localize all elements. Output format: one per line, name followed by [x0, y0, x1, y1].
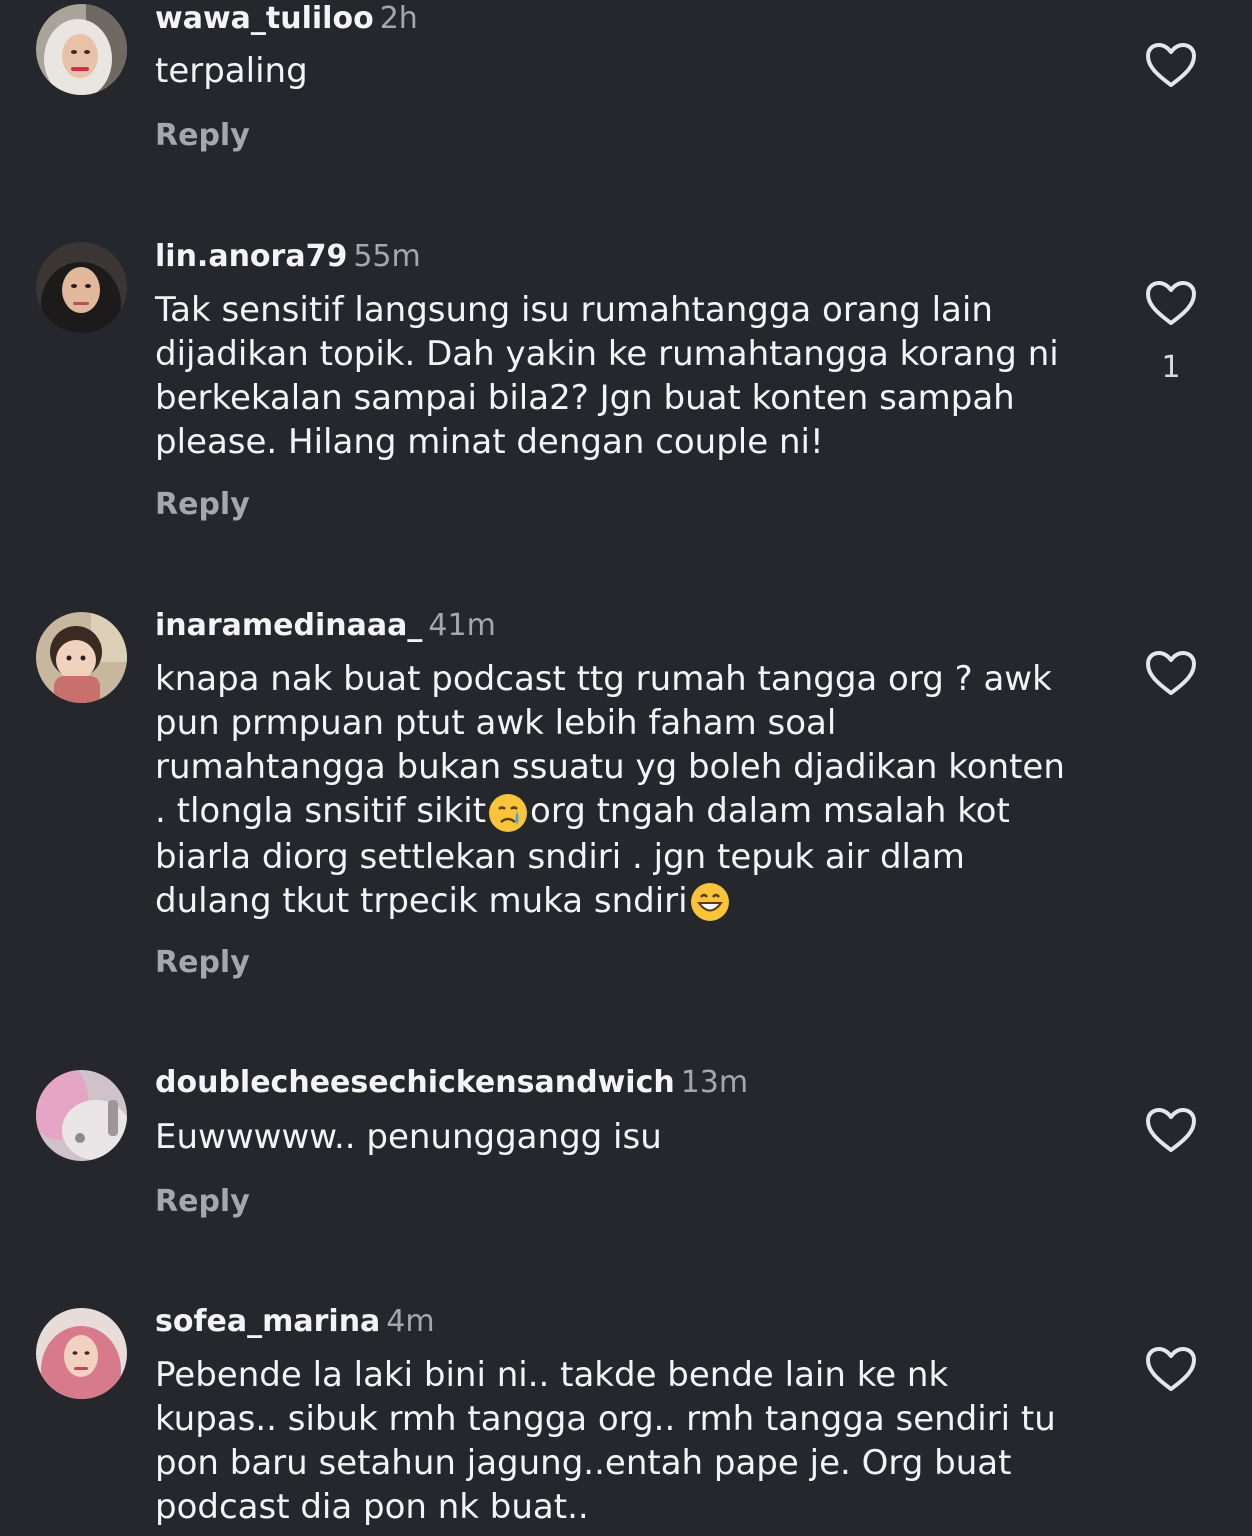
heart-icon	[1146, 281, 1196, 325]
reply-button[interactable]: Reply	[155, 118, 250, 153]
timestamp: 55m	[353, 239, 421, 274]
username[interactable]: sofea_marina	[155, 1304, 380, 1339]
comment-header: doublecheesechickensandwich 13m	[155, 1064, 748, 1102]
comment-text: Tak sensitif langsung isu rumahtangga or…	[155, 288, 1115, 464]
like-button[interactable]	[1144, 41, 1198, 89]
comment-text: terpaling	[155, 49, 1115, 93]
avatar[interactable]	[36, 1308, 127, 1399]
reply-button[interactable]: Reply	[155, 1184, 250, 1219]
username[interactable]: lin.anora79	[155, 239, 347, 274]
comment-header: sofea_marina 4m	[155, 1303, 435, 1341]
comment-line: terpaling	[155, 51, 308, 91]
comment-text: Euwwwww.. penunggangg isu	[155, 1115, 1115, 1159]
heart-icon	[1146, 651, 1196, 695]
comment-line: pon baru setahun jagung..entah pape je. …	[155, 1443, 1012, 1483]
comment-line: Tak sensitif langsung isu rumahtangga or…	[155, 290, 993, 330]
comment-line: knapa nak buat podcast ttg rumah tangga …	[155, 659, 1052, 699]
heart-icon	[1146, 43, 1196, 87]
comment-line: kupas.. sibuk rmh tangga org.. rmh tangg…	[155, 1399, 1056, 1439]
avatar[interactable]	[36, 242, 127, 333]
timestamp: 4m	[386, 1304, 435, 1339]
avatar[interactable]	[36, 612, 127, 703]
like-button[interactable]	[1144, 1345, 1198, 1393]
comment-line: dulang tkut trpecik muka sndiri	[155, 880, 688, 921]
like-count: 1	[1161, 350, 1181, 385]
timestamp: 2h	[379, 1, 418, 36]
crying-face-icon	[489, 793, 528, 832]
timestamp: 41m	[428, 608, 496, 643]
comment-text: knapa nak buat podcast ttg rumah tangga …	[155, 657, 1115, 924]
comment-line: Euwwwww.. penunggangg isu	[155, 1117, 662, 1157]
like-button[interactable]	[1144, 649, 1198, 697]
comment-line: berkekalan sampai bila2? Jgn buat konten…	[155, 378, 1015, 418]
heart-icon	[1146, 1347, 1196, 1391]
comment-line: pun prmpuan ptut awk lebih faham soal	[155, 703, 837, 743]
like-button[interactable]	[1144, 279, 1198, 327]
reply-button[interactable]: Reply	[155, 945, 250, 980]
grinning-face-icon	[690, 883, 729, 921]
username[interactable]: inaramedinaaa_	[155, 608, 422, 643]
comment-line: org tngah dalam msalah kot	[530, 791, 1010, 831]
comment-header: lin.anora79 55m	[155, 238, 421, 276]
username[interactable]: doublecheesechickensandwich	[155, 1065, 675, 1100]
heart-icon	[1146, 1108, 1196, 1152]
comment-line: dijadikan topik. Dah yakin ke rumahtangg…	[155, 334, 1059, 374]
comment-line: podcast dia pon nk buat..	[155, 1487, 589, 1527]
avatar[interactable]	[36, 1070, 127, 1161]
comment-line: Pebende la laki bini ni.. takde bende la…	[155, 1355, 949, 1395]
reply-button[interactable]: Reply	[155, 487, 250, 522]
comment-line: rumahtangga bukan ssuatu yg boleh djadik…	[155, 747, 1065, 787]
comment-line: biarla diorg settlekan sndiri . jgn tepu…	[155, 836, 965, 877]
timestamp: 13m	[680, 1065, 749, 1100]
comment-header: wawa_tuliloo 2h	[155, 0, 418, 38]
like-button[interactable]	[1144, 1106, 1198, 1154]
comment-text: Pebende la laki bini ni.. takde bende la…	[155, 1353, 1115, 1529]
comment-header: inaramedinaaa_ 41m	[155, 607, 496, 645]
username[interactable]: wawa_tuliloo	[155, 1, 374, 36]
comment-line: . tlongla snsitif sikit	[155, 791, 487, 831]
comment-line: please. Hilang minat dengan couple ni!	[155, 422, 824, 462]
avatar[interactable]	[36, 4, 127, 95]
